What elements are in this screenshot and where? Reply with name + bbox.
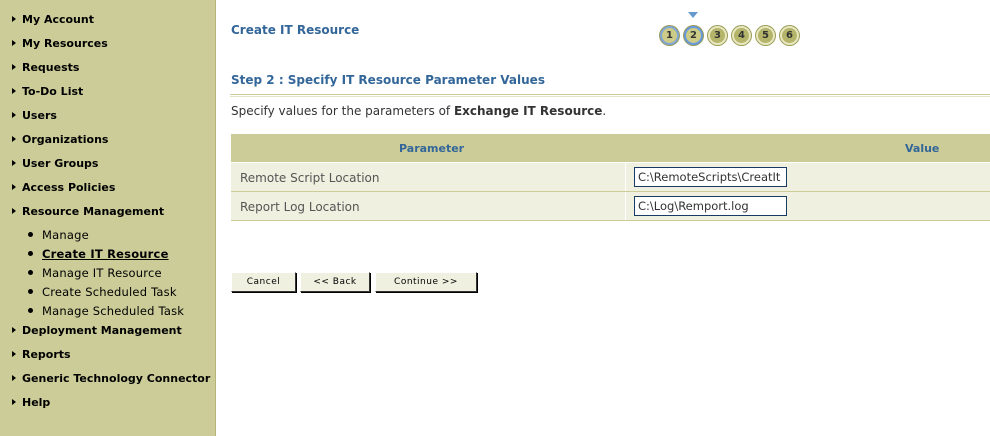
- expand-triangle-icon: [12, 375, 16, 381]
- sidebar-item-label: My Resources: [22, 37, 108, 50]
- sidebar-item-label: My Account: [22, 13, 94, 26]
- column-header-value: Value: [905, 142, 940, 155]
- table-row: Remote Script Location: [231, 163, 990, 192]
- back-button[interactable]: << Back: [300, 272, 370, 292]
- report-log-location-input[interactable]: [634, 196, 787, 216]
- page-title: Create IT Resource: [231, 23, 360, 37]
- expand-triangle-icon: [12, 351, 16, 357]
- sidebar-subitem-manage[interactable]: Manage: [28, 227, 89, 243]
- sidebar-subitem-create-scheduled-task[interactable]: Create Scheduled Task: [28, 284, 177, 300]
- sidebar-subitem-manage-scheduled-task[interactable]: Manage Scheduled Task: [28, 303, 184, 319]
- cancel-button[interactable]: Cancel: [231, 272, 296, 292]
- sidebar-item-access-policies[interactable]: Access Policies: [12, 180, 115, 196]
- bullet-icon: [28, 232, 33, 237]
- sidebar-item-resource-management[interactable]: Resource Management: [12, 204, 164, 220]
- wizard-step-5[interactable]: 5: [756, 26, 775, 45]
- sidebar-item-label: Help: [22, 396, 51, 409]
- wizard-steps: 1 2 3 4 5 6: [660, 12, 810, 48]
- current-step-marker-icon: [688, 12, 698, 18]
- sidebar-item-label: Resource Management: [22, 205, 165, 218]
- column-divider: [625, 192, 626, 220]
- column-header-parameter: Parameter: [399, 142, 465, 155]
- bullet-icon: [28, 308, 33, 313]
- expand-triangle-icon: [12, 327, 16, 333]
- parameter-name: Remote Script Location: [240, 171, 380, 185]
- sidebar-item-generic-technology-connector[interactable]: Generic Technology Connector: [12, 371, 210, 387]
- sidebar: My Account My Resources Requests To-Do L…: [0, 0, 216, 436]
- table-row: Report Log Location: [231, 192, 990, 221]
- bullet-icon: [28, 289, 33, 294]
- divider: [230, 94, 990, 95]
- sidebar-item-label: Access Policies: [22, 181, 116, 194]
- description-text: Specify values for the parameters of: [231, 104, 454, 118]
- sidebar-subitem-label: Create IT Resource: [42, 247, 169, 261]
- wizard-step-6[interactable]: 6: [780, 26, 799, 45]
- step-title: Step 2 : Specify IT Resource Parameter V…: [231, 73, 545, 87]
- column-divider: [625, 163, 626, 191]
- sidebar-subitem-label: Manage Scheduled Task: [42, 304, 185, 318]
- expand-triangle-icon: [12, 160, 16, 166]
- expand-triangle-icon: [12, 184, 16, 190]
- expand-triangle-icon: [12, 88, 16, 94]
- sidebar-item-label: Generic Technology Connector: [22, 372, 211, 385]
- sidebar-item-label: To-Do List: [22, 85, 84, 98]
- continue-button[interactable]: Continue >>: [375, 272, 477, 292]
- expand-triangle-icon: [12, 399, 16, 405]
- sidebar-item-label: Organizations: [22, 133, 109, 146]
- wizard-step-4[interactable]: 4: [732, 26, 751, 45]
- bullet-icon: [28, 270, 33, 275]
- expand-triangle-icon: [12, 16, 16, 22]
- resource-name: Exchange IT Resource: [453, 104, 603, 118]
- description-suffix: .: [602, 104, 607, 118]
- wizard-step-2[interactable]: 2: [684, 26, 703, 45]
- sidebar-item-requests[interactable]: Requests: [12, 60, 79, 76]
- parameter-table: Parameter Value Remote Script Location R…: [231, 134, 990, 221]
- sidebar-item-help[interactable]: Help: [12, 395, 50, 411]
- expand-triangle-icon: [12, 208, 16, 214]
- main-content: Create IT Resource 1 2 3 4 5 6 Step 2 : …: [216, 0, 990, 436]
- sidebar-item-todo-list[interactable]: To-Do List: [12, 84, 83, 100]
- sidebar-item-label: Requests: [22, 61, 80, 74]
- expand-triangle-icon: [12, 64, 16, 70]
- remote-script-location-input[interactable]: [634, 167, 787, 187]
- sidebar-item-user-groups[interactable]: User Groups: [12, 156, 98, 172]
- bullet-icon: [28, 251, 33, 256]
- sidebar-item-reports[interactable]: Reports: [12, 347, 71, 363]
- parameter-name: Report Log Location: [240, 200, 360, 214]
- divider: [230, 96, 990, 97]
- expand-triangle-icon: [12, 40, 16, 46]
- sidebar-item-my-account[interactable]: My Account: [12, 12, 94, 28]
- sidebar-item-organizations[interactable]: Organizations: [12, 132, 108, 148]
- sidebar-item-deployment-management[interactable]: Deployment Management: [12, 323, 182, 339]
- expand-triangle-icon: [12, 112, 16, 118]
- sidebar-item-label: Deployment Management: [22, 324, 182, 337]
- description: Specify values for the parameters of Exc…: [231, 104, 606, 118]
- wizard-step-1[interactable]: 1: [660, 26, 679, 45]
- sidebar-item-label: Reports: [22, 348, 71, 361]
- expand-triangle-icon: [12, 136, 16, 142]
- sidebar-subitem-label: Manage IT Resource: [42, 266, 162, 280]
- sidebar-subitem-label: Create Scheduled Task: [42, 285, 177, 299]
- sidebar-subitem-label: Manage: [42, 228, 89, 242]
- table-header: Parameter Value: [231, 134, 990, 163]
- sidebar-subitem-create-it-resource[interactable]: Create IT Resource: [28, 246, 169, 262]
- sidebar-subitem-manage-it-resource[interactable]: Manage IT Resource: [28, 265, 162, 281]
- sidebar-item-my-resources[interactable]: My Resources: [12, 36, 108, 52]
- sidebar-item-users[interactable]: Users: [12, 108, 57, 124]
- wizard-step-3[interactable]: 3: [708, 26, 727, 45]
- sidebar-item-label: Users: [22, 109, 57, 122]
- sidebar-item-label: User Groups: [22, 157, 99, 170]
